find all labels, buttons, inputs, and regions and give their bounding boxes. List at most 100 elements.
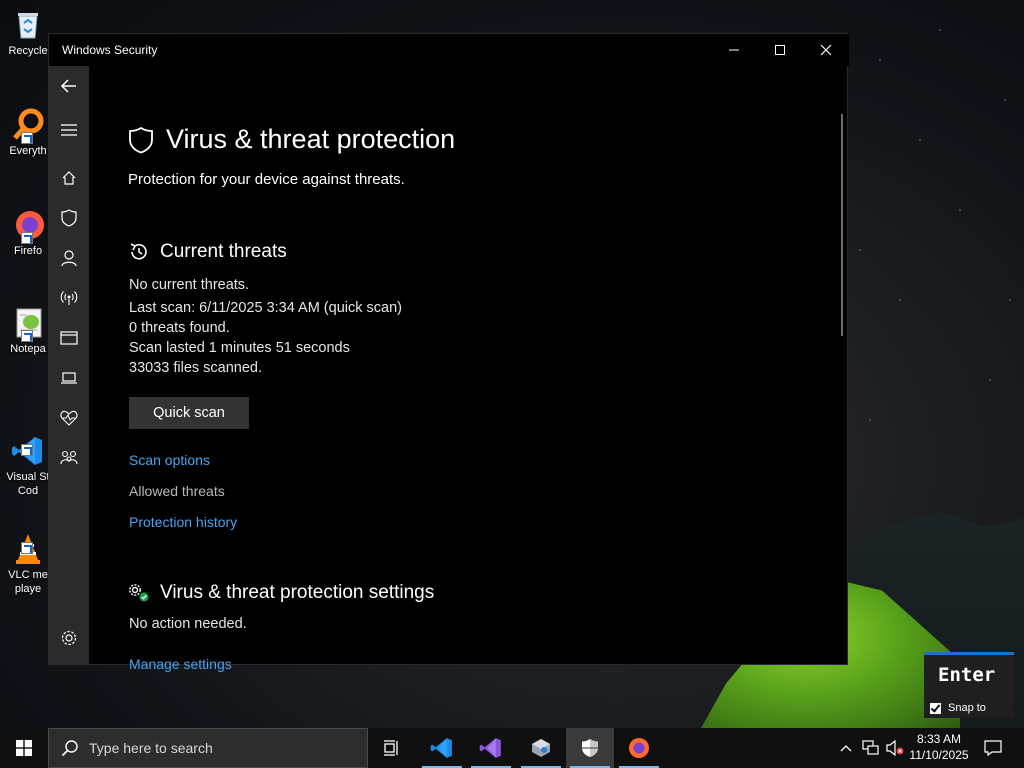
content-scrollbar[interactable] <box>841 114 843 336</box>
desktop-icon-label: Everyth <box>9 145 47 157</box>
minimize-button[interactable] <box>711 34 757 66</box>
navigation-rail <box>49 66 89 664</box>
page-title-text: Virus & threat protection <box>166 124 456 154</box>
taskbar-clock[interactable]: 8:33 AM 11/10/2025 <box>904 731 974 763</box>
firefox-icon <box>11 208 45 244</box>
family-icon <box>60 450 78 465</box>
snap-label: Snap to <box>948 702 986 714</box>
visual-studio-icon <box>479 738 501 758</box>
taskbar-search-box[interactable] <box>48 728 368 768</box>
volume-tray-button[interactable] <box>884 728 906 768</box>
quick-scan-button[interactable]: Quick scan <box>129 397 249 429</box>
taskbar-app[interactable] <box>517 728 565 768</box>
close-button[interactable] <box>803 34 849 66</box>
windows-logo-icon <box>16 740 32 756</box>
settings-status-text: No action needed. <box>129 616 247 632</box>
chevron-up-icon <box>840 745 852 752</box>
taskbar-visual-studio[interactable] <box>467 728 515 768</box>
nav-item-firewall-network[interactable] <box>49 278 89 318</box>
page-title: Virus & threat protection <box>128 124 455 155</box>
nav-item-family-options[interactable] <box>49 438 89 478</box>
files-scanned-text: 33033 files scanned. <box>129 360 263 376</box>
close-icon <box>820 44 832 56</box>
window-titlebar[interactable]: Windows Security <box>49 34 849 66</box>
task-view-icon <box>384 740 398 756</box>
taskbar-vscode[interactable] <box>418 728 466 768</box>
protection-settings-heading: Virus & threat protection settings <box>128 582 434 604</box>
desktop-icon-firefox[interactable]: Firefo <box>4 208 52 258</box>
heart-pulse-icon <box>60 410 78 426</box>
desktop-icon-label: VLC me playe <box>8 569 48 595</box>
show-hidden-icons-button[interactable] <box>836 728 856 768</box>
desktop-icon-vlc[interactable]: VLC me playe <box>4 504 52 610</box>
key-overlay-panel: Enter Snap to <box>924 652 1014 718</box>
hamburger-menu-icon <box>61 124 77 136</box>
current-threats-heading: Current threats <box>128 241 287 263</box>
allowed-threats-link[interactable]: Allowed threats <box>129 483 225 499</box>
desktop-icon-label: Firefo <box>13 245 43 257</box>
task-view-button[interactable] <box>368 728 416 768</box>
firefox-icon <box>629 738 649 758</box>
desktop-icon-everything[interactable]: Everyth <box>4 108 52 158</box>
vscode-icon <box>430 738 452 758</box>
taskbar-firefox[interactable] <box>615 728 663 768</box>
home-icon <box>62 171 76 185</box>
current-threats-title: Current threats <box>160 241 287 262</box>
snap-toggle[interactable]: Snap to <box>930 702 986 714</box>
refresh-clock-icon <box>130 243 147 260</box>
main-content: Virus & threat protection Protection for… <box>89 66 845 672</box>
maximize-button[interactable] <box>757 34 803 66</box>
person-icon <box>61 250 77 267</box>
nav-item-device-performance-health[interactable] <box>49 398 89 438</box>
notification-icon <box>984 740 1002 756</box>
nav-item-home[interactable] <box>49 158 89 198</box>
protection-settings-title: Virus & threat protection settings <box>160 582 435 603</box>
snap-checkbox[interactable] <box>930 702 941 714</box>
gear-icon <box>61 630 77 646</box>
shield-icon <box>61 209 77 227</box>
network-tray-button[interactable] <box>860 728 882 768</box>
scan-options-link[interactable]: Scan options <box>129 452 210 468</box>
threat-status-text: No current threats. <box>129 277 250 293</box>
everything-search-icon <box>11 108 45 144</box>
recycle-bin-icon <box>11 8 45 42</box>
nav-item-app-browser-control[interactable] <box>49 318 89 358</box>
shield-icon <box>129 126 153 153</box>
minimize-icon <box>729 49 739 51</box>
desktop-icon-label: Notepa <box>10 343 46 355</box>
desktop-icon-notepad-plus[interactable]: Notepa <box>4 306 52 356</box>
volume-muted-icon <box>886 740 904 756</box>
vlc-icon <box>11 518 45 564</box>
notification-center-button[interactable] <box>978 728 1008 768</box>
settings-gears-icon <box>129 584 149 602</box>
nav-item-device-security[interactable] <box>49 358 89 398</box>
nav-item-account-protection[interactable] <box>49 238 89 278</box>
desktop-icon-vscode[interactable]: Visual St Cod <box>4 406 52 512</box>
start-button[interactable] <box>0 728 48 768</box>
manage-settings-link[interactable]: Manage settings <box>129 656 232 672</box>
page-subtitle: Protection for your device against threa… <box>128 171 405 188</box>
notepad-icon <box>11 306 45 342</box>
laptop-icon <box>61 372 77 384</box>
taskbar-search-input[interactable] <box>89 740 329 756</box>
taskbar-windows-security[interactable] <box>566 728 614 768</box>
threats-found-text: 0 threats found. <box>129 320 230 336</box>
search-icon <box>61 740 78 757</box>
maximize-icon <box>775 45 785 55</box>
key-overlay-label: Enter <box>938 664 996 686</box>
nav-item-virus-protection[interactable] <box>49 198 89 238</box>
back-button[interactable] <box>49 66 89 106</box>
scan-duration-text: Scan lasted 1 minutes 51 seconds <box>129 340 350 356</box>
vscode-icon <box>11 420 45 465</box>
windows-security-window: Windows Security Virus & threat protecti… <box>48 33 849 672</box>
nav-item-settings[interactable] <box>49 618 89 658</box>
network-icon <box>862 740 879 755</box>
desktop-icon-recycle-bin[interactable]: Recycle <box>4 8 52 58</box>
menu-button[interactable] <box>49 110 89 150</box>
window-title: Windows Security <box>62 43 158 57</box>
protection-history-link[interactable]: Protection history <box>129 514 237 530</box>
clock-time: 8:33 AM <box>916 732 962 746</box>
clock-date: 11/10/2025 <box>909 748 969 762</box>
app-cube-icon <box>532 739 550 757</box>
back-arrow-icon <box>60 79 76 93</box>
